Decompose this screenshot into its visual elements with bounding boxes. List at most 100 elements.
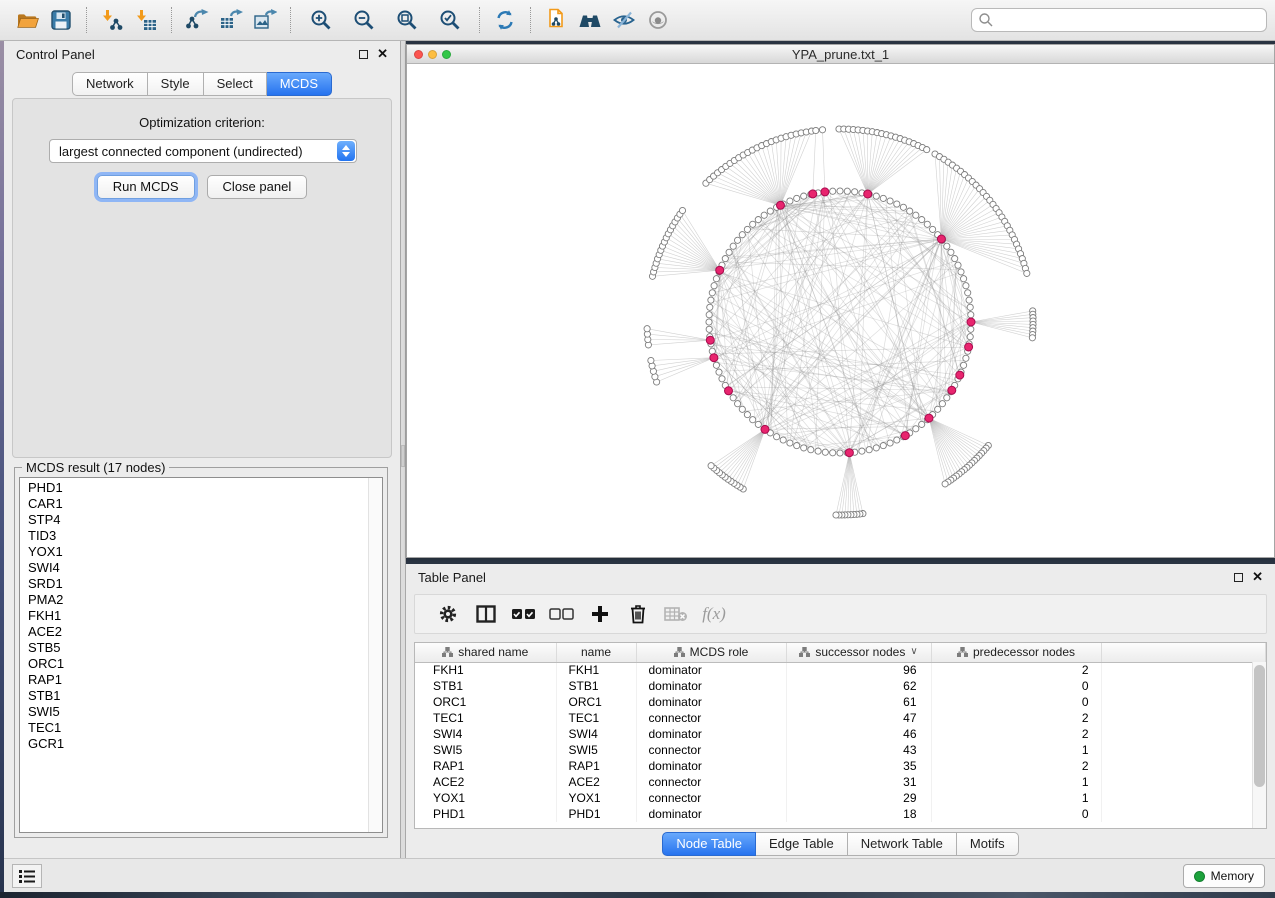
column-header-shared-name[interactable]: shared name	[415, 643, 556, 662]
cell-successor-nodes[interactable]: 96	[786, 662, 931, 678]
cell-successor-nodes[interactable]: 61	[786, 694, 931, 710]
node-table-row[interactable]: ACE2ACE2connector311	[415, 774, 1266, 790]
mcds-network-node[interactable]	[761, 425, 769, 433]
cell-name[interactable]: PHD1	[556, 806, 636, 822]
cell-filler[interactable]	[1101, 662, 1266, 678]
node-table-row[interactable]: YOX1YOX1connector291	[415, 790, 1266, 806]
mcds-result-item[interactable]: RAP1	[20, 672, 368, 688]
cell-filler[interactable]	[1101, 774, 1266, 790]
tab-select[interactable]: Select	[204, 72, 267, 96]
cell-shared-name[interactable]: STB1	[415, 678, 556, 694]
close-panel-button[interactable]: Close panel	[207, 175, 308, 199]
cell-name[interactable]: YOX1	[556, 790, 636, 806]
mcds-result-item[interactable]: PHD1	[20, 480, 368, 496]
cell-successor-nodes[interactable]: 46	[786, 726, 931, 742]
cell-shared-name[interactable]: FKH1	[415, 662, 556, 678]
delete-column-icon[interactable]	[619, 597, 657, 631]
cell-filler[interactable]	[1101, 710, 1266, 726]
close-window-icon[interactable]	[414, 50, 423, 59]
mcds-result-item[interactable]: SWI5	[20, 704, 368, 720]
cell-filler[interactable]	[1101, 806, 1266, 822]
mcds-result-item[interactable]: ACE2	[20, 624, 368, 640]
cell-successor-nodes[interactable]: 47	[786, 710, 931, 726]
save-session-icon[interactable]	[44, 4, 78, 36]
cell-successor-nodes[interactable]: 29	[786, 790, 931, 806]
cell-name[interactable]: FKH1	[556, 662, 636, 678]
mcds-result-item[interactable]: PMA2	[20, 592, 368, 608]
cell-name[interactable]: TEC1	[556, 710, 636, 726]
hide-selected-icon[interactable]	[607, 4, 641, 36]
mcds-result-item[interactable]: GCR1	[20, 736, 368, 752]
mcds-network-node[interactable]	[901, 432, 909, 440]
tab-style[interactable]: Style	[148, 72, 204, 96]
cell-successor-nodes[interactable]: 31	[786, 774, 931, 790]
splitter-grip[interactable]	[401, 445, 405, 467]
task-history-button[interactable]	[12, 864, 42, 888]
cell-shared-name[interactable]: PHD1	[415, 806, 556, 822]
cell-predecessor-nodes[interactable]: 0	[931, 678, 1101, 694]
cell-name[interactable]: SWI5	[556, 742, 636, 758]
cell-mcds-role[interactable]: dominator	[636, 806, 786, 822]
cell-name[interactable]: ACE2	[556, 774, 636, 790]
open-file-icon[interactable]	[10, 4, 44, 36]
select-all-icon[interactable]	[505, 597, 543, 631]
mcds-network-node[interactable]	[821, 188, 829, 196]
node-table-row[interactable]: RAP1RAP1dominator352	[415, 758, 1266, 774]
cell-name[interactable]: ORC1	[556, 694, 636, 710]
node-table-row[interactable]: STB1STB1dominator620	[415, 678, 1266, 694]
tab-network-table[interactable]: Network Table	[848, 832, 957, 856]
column-header-name[interactable]: name	[556, 643, 636, 662]
mcds-network-node[interactable]	[706, 336, 714, 344]
mcds-network-node[interactable]	[937, 235, 945, 243]
cell-name[interactable]: STB1	[556, 678, 636, 694]
table-scrollbar-thumb[interactable]	[1254, 665, 1265, 787]
close-table-panel-icon[interactable]: ✕	[1252, 572, 1263, 582]
function-builder-icon[interactable]: f(x)	[695, 597, 733, 631]
cell-mcds-role[interactable]: dominator	[636, 662, 786, 678]
tab-edge-table[interactable]: Edge Table	[756, 832, 848, 856]
cell-shared-name[interactable]: SWI4	[415, 726, 556, 742]
cell-predecessor-nodes[interactable]: 2	[931, 758, 1101, 774]
cell-filler[interactable]	[1101, 758, 1266, 774]
cell-mcds-role[interactable]: connector	[636, 742, 786, 758]
zoom-in-icon[interactable]	[299, 4, 342, 36]
mcds-result-list[interactable]: PHD1CAR1STP4TID3YOX1SWI4SRD1PMA2FKH1ACE2…	[19, 477, 383, 833]
node-table-row[interactable]: SWI4SWI4dominator462	[415, 726, 1266, 742]
first-neighbors-icon[interactable]	[573, 4, 607, 36]
cell-mcds-role[interactable]: connector	[636, 790, 786, 806]
mcds-result-item[interactable]: STB5	[20, 640, 368, 656]
cell-mcds-role[interactable]: connector	[636, 774, 786, 790]
mcds-network-node[interactable]	[845, 449, 853, 457]
cell-successor-nodes[interactable]: 43	[786, 742, 931, 758]
mcds-network-node[interactable]	[965, 343, 973, 351]
deselect-all-icon[interactable]	[543, 597, 581, 631]
mcds-result-item[interactable]: FKH1	[20, 608, 368, 624]
node-table-row[interactable]: TEC1TEC1connector472	[415, 710, 1266, 726]
add-column-icon[interactable]	[581, 597, 619, 631]
search-box[interactable]	[971, 8, 1267, 32]
criterion-dropdown[interactable]: largest connected component (undirected)	[49, 139, 357, 163]
mcds-network-node[interactable]	[967, 318, 975, 326]
cell-filler[interactable]	[1101, 726, 1266, 742]
mcds-network-node[interactable]	[925, 414, 933, 422]
mcds-network-node[interactable]	[710, 354, 718, 362]
run-mcds-button[interactable]: Run MCDS	[97, 175, 195, 199]
cell-predecessor-nodes[interactable]: 0	[931, 806, 1101, 822]
export-network-icon[interactable]	[180, 4, 214, 36]
cell-shared-name[interactable]: RAP1	[415, 758, 556, 774]
cell-shared-name[interactable]: TEC1	[415, 710, 556, 726]
cell-successor-nodes[interactable]: 62	[786, 678, 931, 694]
cell-shared-name[interactable]: ORC1	[415, 694, 556, 710]
cell-name[interactable]: RAP1	[556, 758, 636, 774]
zoom-out-icon[interactable]	[342, 4, 385, 36]
cell-mcds-role[interactable]: dominator	[636, 758, 786, 774]
mcds-network-node[interactable]	[956, 371, 964, 379]
float-panel-icon[interactable]	[359, 50, 368, 59]
cell-successor-nodes[interactable]: 35	[786, 758, 931, 774]
mcds-result-item[interactable]: TID3	[20, 528, 368, 544]
cell-name[interactable]: SWI4	[556, 726, 636, 742]
node-table-row[interactable]: PHD1PHD1dominator180	[415, 806, 1266, 822]
mcds-result-item[interactable]: SWI4	[20, 560, 368, 576]
search-input[interactable]	[994, 11, 1260, 29]
cell-mcds-role[interactable]: dominator	[636, 694, 786, 710]
